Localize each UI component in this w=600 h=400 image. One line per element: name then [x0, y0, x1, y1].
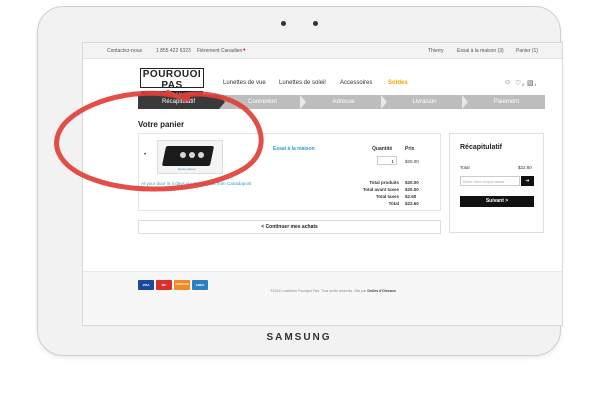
annotation-circle: [54, 90, 264, 192]
